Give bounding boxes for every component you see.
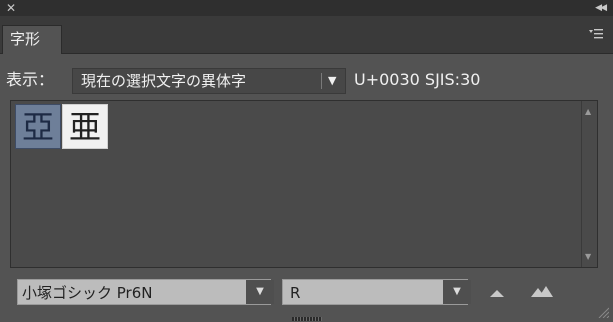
panel-title-strip: ✕ ◀◀ [0, 0, 613, 16]
tab-glyphs[interactable]: 字形 [2, 25, 62, 54]
glyph-grid: 亞 亜 ▲ ▼ [10, 100, 598, 268]
collapse-icon[interactable]: ◀◀ [595, 0, 607, 16]
tab-glyphs-label: 字形 [10, 30, 41, 48]
font-style-value: R [290, 284, 301, 302]
glyph-cell-selected[interactable]: 亞 [15, 104, 61, 149]
font-family-value: 小塚ゴシック Pr6N [22, 284, 153, 302]
chevron-down-icon: ▼ [443, 280, 471, 304]
chevron-down-icon: ▼ [328, 74, 337, 87]
font-family-dropdown[interactable]: 小塚ゴシック Pr6N ▼ [17, 279, 274, 305]
code-info: U+0030 SJIS:30 [354, 70, 481, 89]
scroll-up-icon[interactable]: ▲ [585, 107, 591, 116]
scroll-down-icon[interactable]: ▼ [585, 252, 591, 261]
show-dropdown-value: 現在の選択文字の異体字 [81, 72, 247, 90]
show-label: 表示： [6, 70, 55, 89]
font-style-dropdown[interactable]: R ▼ [282, 279, 471, 305]
close-icon[interactable]: ✕ [6, 0, 16, 16]
glyph-cell[interactable]: 亜 [62, 104, 108, 149]
resize-grip-icon[interactable] [597, 306, 609, 318]
zoom-out-icon[interactable] [490, 288, 504, 297]
glyphs-panel: ✕ ◀◀ 字形 表示： 現在の選択文字の異体字 ▼ U+0030 SJIS:30… [0, 0, 613, 322]
vertical-scrollbar[interactable]: ▲ ▼ [581, 101, 597, 267]
show-row: 表示： 現在の選択文字の異体字 ▼ U+0030 SJIS:30 [0, 64, 613, 96]
tab-row: 字形 [0, 16, 613, 54]
chevron-down-icon: ▼ [246, 280, 274, 304]
panel-resize-handle[interactable] [292, 317, 322, 321]
show-dropdown[interactable]: 現在の選択文字の異体字 ▼ [72, 68, 346, 94]
dropdown-divider [321, 73, 322, 89]
panel-menu-icon[interactable] [589, 28, 603, 40]
zoom-in-icon[interactable] [531, 285, 555, 297]
